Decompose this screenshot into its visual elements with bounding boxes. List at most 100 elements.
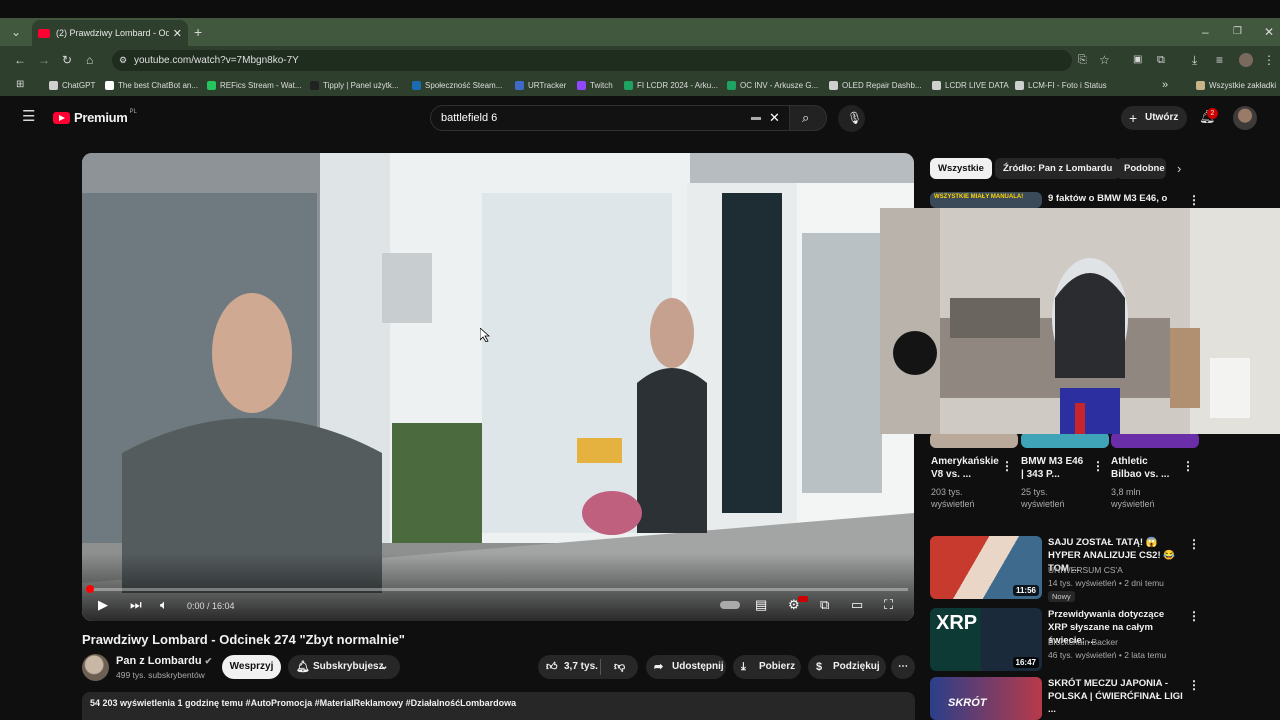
related-thumbnail[interactable]: WSZYSTKIE MIAŁY MANUALA!	[930, 192, 1042, 208]
bookmarks-overflow-icon[interactable]: »	[1162, 79, 1168, 91]
related-title[interactable]: 9 faktów o BMW M3 E46, o	[1048, 192, 1167, 205]
bookmark-star-icon[interactable]: ☆	[1099, 54, 1110, 66]
theater-mode-icon[interactable]: ▭	[851, 598, 863, 611]
related-title[interactable]: SKRÓT MECZU JAPONIA - POLSKA | ĆWIERĆFIN…	[1048, 677, 1184, 716]
download-button[interactable]: ⤓ Pobierz	[733, 655, 801, 679]
dislike-icon[interactable]: 👎︎	[614, 655, 625, 679]
account-avatar[interactable]	[1233, 106, 1257, 130]
search-input[interactable]: battlefield 6 ▬ ✕	[430, 105, 790, 131]
restore-icon[interactable]: ❐	[1233, 26, 1242, 38]
related-menu-icon[interactable]: ⋮	[1188, 678, 1200, 692]
home-icon[interactable]: ⌂	[86, 54, 93, 66]
description-box[interactable]: 54 203 wyświetlenia 1 godzinę temu #Auto…	[82, 692, 915, 720]
tab-close-icon[interactable]: ✕	[173, 27, 182, 40]
bookmark-item[interactable]: REFics Stream - Wat...	[207, 81, 302, 90]
related-channel[interactable]: Blockchain Backer	[1048, 636, 1118, 648]
browser-tab[interactable]: (2) Prawdziwy Lombard - Odcin ✕	[32, 20, 188, 46]
chip-source-channel[interactable]: Źródło: Pan z Lombardu	[995, 158, 1121, 179]
window-close-icon[interactable]: ✕	[1264, 26, 1274, 38]
bookmark-item[interactable]: OLED Repair Dashb...	[829, 81, 922, 90]
progress-scrubber[interactable]	[86, 585, 94, 593]
short-title[interactable]: BMW M3 E46 | 343 P...	[1021, 455, 1087, 481]
bookmarks-bar: ⊞ ChatGPT The best ChatBot an... REFics St…	[0, 74, 1280, 96]
short-title[interactable]: Athletic Bilbao vs. ...	[1111, 455, 1177, 481]
bookmark-item[interactable]: The best ChatBot an...	[105, 81, 198, 90]
bookmark-item[interactable]: ChatGPT	[49, 81, 95, 90]
install-app-icon[interactable]: ⎘	[1078, 54, 1087, 66]
bookmark-item[interactable]: Społeczność Steam...	[412, 81, 502, 90]
create-button[interactable]: + Utwórz	[1121, 106, 1187, 130]
extension-icon[interactable]: ▣	[1133, 54, 1142, 66]
bookmark-item[interactable]: FI LCDR 2024 - Arku...	[624, 81, 718, 90]
keyboard-icon[interactable]: ▬	[751, 106, 761, 130]
related-menu-icon[interactable]: ⋮	[1188, 609, 1200, 623]
video-progress-bar[interactable]	[88, 588, 908, 591]
related-thumbnail[interactable]: XRP 16:47	[930, 608, 1042, 671]
media-icon[interactable]: ≡	[1216, 54, 1223, 66]
new-tab-icon[interactable]: +	[194, 25, 202, 39]
miniplayer-icon[interactable]: ⧉	[820, 598, 829, 611]
bookmark-item[interactable]: LCM-FI - Foto i Status	[1015, 81, 1107, 90]
next-icon[interactable]: ⏭︎	[130, 598, 142, 611]
chip-related[interactable]: Podobne	[1116, 158, 1166, 179]
hamburger-menu-icon[interactable]: ☰	[22, 109, 35, 124]
bookmark-item[interactable]: Tipply | Panel użytk...	[310, 81, 399, 90]
bookmark-item[interactable]: Twitch	[577, 81, 613, 90]
support-button[interactable]: Wesprzyj	[222, 655, 281, 679]
fullscreen-icon[interactable]: ⛶	[884, 598, 893, 611]
volume-icon[interactable]: 🔈︎	[160, 598, 168, 611]
chip-all[interactable]: Wszystkie	[930, 158, 992, 179]
minimize-icon[interactable]: –	[1202, 26, 1209, 38]
voice-search-button[interactable]: 🎙	[838, 105, 865, 132]
bookmark-favicon-icon	[105, 81, 114, 90]
tab-search-icon[interactable]: ⌄	[11, 26, 21, 38]
channel-avatar[interactable]	[82, 654, 109, 681]
short-title[interactable]: Amerykańskie V8 vs. ...	[931, 455, 999, 481]
bookmark-item[interactable]: LCDR LIVE DATA	[932, 81, 1009, 90]
share-button[interactable]: ➦ Udostępnij	[646, 655, 726, 679]
channel-name[interactable]: Pan z Lombardu ✔	[116, 655, 212, 667]
bookmark-item[interactable]: URTracker	[515, 81, 566, 90]
youtube-premium-logo[interactable]: Premium PL	[53, 109, 137, 125]
clear-search-icon[interactable]: ✕	[769, 106, 780, 130]
related-thumbnail[interactable]: SKRÓT	[930, 677, 1042, 720]
play-icon[interactable]: ▶	[98, 598, 108, 611]
extensions-puzzle-icon[interactable]: ⧉	[1157, 54, 1165, 66]
thanks-button[interactable]: $ Podziękuj	[808, 655, 886, 679]
short-thumbnail[interactable]	[930, 432, 1018, 448]
subtitles-icon[interactable]: ▤	[755, 598, 767, 611]
chevron-down-icon: ⌄	[380, 661, 389, 672]
chips-next-icon[interactable]: ›	[1177, 162, 1181, 175]
short-menu-icon[interactable]: ⋮	[1092, 459, 1104, 473]
subscribed-button[interactable]: 🔔︎ Subskrybujesz ⌄	[288, 655, 400, 679]
related-menu-icon[interactable]: ⋮	[1188, 537, 1200, 551]
download-arrow-icon: ⤓	[741, 661, 746, 673]
all-bookmarks[interactable]: Wszystkie zakładki	[1196, 81, 1276, 90]
related-thumbnail[interactable]: 11:56	[930, 536, 1042, 599]
short-menu-icon[interactable]: ⋮	[1001, 459, 1013, 473]
forward-icon[interactable]: →	[38, 54, 50, 66]
tab-title: (2) Prawdziwy Lombard - Odcin	[56, 28, 169, 38]
related-channel[interactable]: UNIWERSUM CS'A	[1048, 564, 1123, 576]
more-actions-button[interactable]: ⋯	[891, 655, 915, 679]
back-icon[interactable]: ←	[14, 54, 26, 66]
site-info-icon[interactable]: ⚙	[119, 50, 127, 71]
address-bar[interactable]: ⚙ youtube.com/watch?v=7Mbgn8ko-7Y	[112, 50, 1072, 71]
apps-grid-icon[interactable]: ⊞	[16, 79, 24, 91]
short-thumbnail[interactable]	[1111, 432, 1199, 448]
profile-avatar[interactable]	[1239, 53, 1253, 67]
autoplay-toggle[interactable]	[720, 601, 740, 609]
like-icon[interactable]: 👍︎	[546, 655, 558, 679]
video-player[interactable]	[82, 153, 914, 621]
bookmark-item[interactable]: OC INV - Arkusze G...	[727, 81, 818, 90]
download-icon[interactable]: ⤓	[1192, 54, 1197, 66]
short-menu-icon[interactable]: ⋮	[1182, 459, 1194, 473]
related-menu-icon[interactable]: ⋮	[1188, 193, 1200, 207]
notification-count-badge: 2	[1207, 108, 1218, 119]
menu-icon[interactable]: ⋮	[1263, 54, 1275, 66]
webcam-overlay	[880, 208, 1280, 434]
short-thumbnail[interactable]	[1021, 432, 1109, 448]
search-button[interactable]: ⌕	[789, 105, 827, 131]
like-count[interactable]: 3,7 tys.	[564, 661, 598, 672]
reload-icon[interactable]: ↻	[62, 54, 72, 66]
